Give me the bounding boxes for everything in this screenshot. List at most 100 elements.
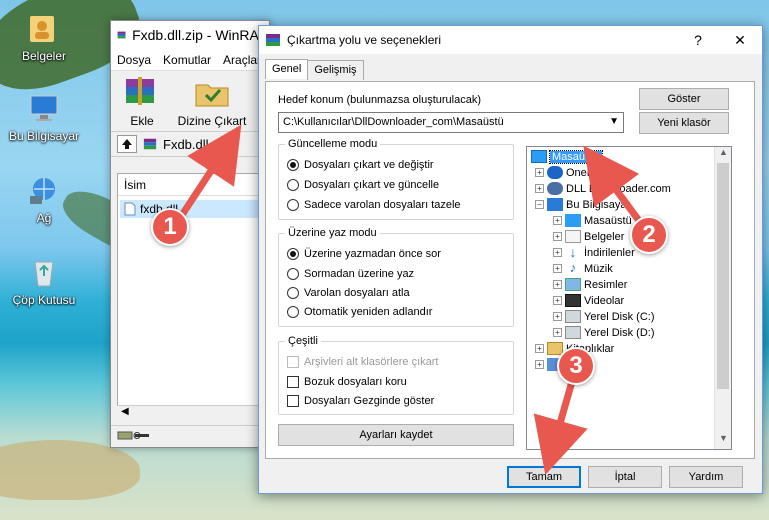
tree-item-pc-desktop[interactable]: + Masaüstü bbox=[553, 213, 632, 228]
expand-icon[interactable]: + bbox=[535, 168, 544, 177]
winrar-horizontal-scrollbar[interactable]: ◀ bbox=[117, 405, 267, 421]
expand-icon[interactable]: + bbox=[553, 328, 562, 337]
desktop-folder-icon bbox=[531, 150, 547, 163]
desktop-icon-belgeler[interactable]: Belgeler bbox=[8, 12, 80, 63]
tree-item-desktop[interactable]: Masaüstü bbox=[531, 149, 603, 164]
overwrite-option-without-prompt[interactable]: Sormadan üzerine yaz bbox=[287, 268, 414, 280]
desktop-icon-computer[interactable]: Bu Bilgisayar bbox=[8, 92, 80, 143]
dialog-titlebar[interactable]: Çıkartma yolu ve seçenekleri ? ✕ bbox=[259, 26, 762, 54]
misc-option-keep-broken[interactable]: Bozuk dosyaları koru bbox=[287, 376, 407, 388]
update-option-extract-update[interactable]: Dosyaları çıkart ve güncelle bbox=[287, 179, 439, 191]
scroll-thumb[interactable] bbox=[717, 163, 729, 389]
folder-tree[interactable]: Masaüstü + OneDrive + DLL Downloader.com −… bbox=[526, 146, 732, 450]
tree-item-label: Yerel Disk (D:) bbox=[584, 326, 655, 339]
tab-gelismis[interactable]: Gelişmiş bbox=[307, 60, 364, 80]
tree-item-label: Müzik bbox=[584, 262, 613, 275]
winrar-window[interactable]: Fxdb.dll.zip - WinRAR Dosya Komutlar Ara… bbox=[110, 20, 270, 448]
collapse-icon[interactable]: − bbox=[535, 200, 544, 209]
update-option-extract-replace[interactable]: Dosyaları çıkart ve değiştir bbox=[287, 159, 434, 171]
update-option-freshen[interactable]: Sadece varolan dosyaları tazele bbox=[287, 199, 461, 211]
expand-icon[interactable]: + bbox=[553, 232, 562, 241]
radio-button[interactable] bbox=[287, 199, 299, 211]
tree-item-disk-d[interactable]: + Yerel Disk (D:) bbox=[553, 325, 655, 340]
expand-icon[interactable]: + bbox=[553, 312, 562, 321]
tree-item-dll-downloader[interactable]: + DLL Downloader.com bbox=[535, 181, 671, 196]
tree-item-label: OneDrive bbox=[566, 166, 613, 179]
expand-icon[interactable]: + bbox=[535, 184, 544, 193]
option-label: Arşivleri alt klasörlere çıkart bbox=[304, 356, 439, 368]
dialog-help-button[interactable]: Yardım bbox=[669, 466, 743, 488]
expand-icon[interactable]: + bbox=[553, 216, 562, 225]
close-icon[interactable]: ✕ bbox=[722, 26, 758, 54]
dialog-tabs: Genel Gelişmiş bbox=[265, 59, 364, 80]
expand-icon[interactable]: + bbox=[553, 296, 562, 305]
winrar-titlebar[interactable]: Fxdb.dll.zip - WinRAR bbox=[111, 21, 269, 49]
menu-araclar[interactable]: Araçlar bbox=[223, 53, 261, 67]
radio-button[interactable] bbox=[287, 306, 299, 318]
extract-to-button[interactable]: Dizine Çıkart bbox=[175, 75, 249, 128]
add-button[interactable]: Ekle bbox=[117, 75, 167, 128]
overwrite-option-rename[interactable]: Otomatik yeniden adlandır bbox=[287, 306, 432, 318]
expand-icon[interactable]: + bbox=[553, 264, 562, 273]
up-folder-button[interactable] bbox=[117, 135, 137, 153]
scroll-left-icon[interactable]: ◀ bbox=[121, 406, 129, 417]
expand-icon[interactable]: + bbox=[553, 280, 562, 289]
target-path-combobox[interactable]: C:\Kullanıcılar\DllDownloader_com\Masaüs… bbox=[278, 112, 624, 133]
sand bbox=[0, 440, 140, 500]
desktop-icon-label: Belgeler bbox=[21, 49, 67, 63]
menu-komutlar[interactable]: Komutlar bbox=[163, 53, 211, 67]
column-header-name[interactable]: İsim bbox=[118, 174, 266, 196]
expand-icon[interactable]: + bbox=[535, 344, 544, 353]
radio-button[interactable] bbox=[287, 159, 299, 171]
save-settings-button[interactable]: Ayarları kaydet bbox=[278, 424, 514, 446]
tree-item-label: DLL Downloader.com bbox=[566, 182, 671, 195]
checkbox[interactable] bbox=[287, 395, 299, 407]
tab-genel[interactable]: Genel bbox=[265, 59, 309, 79]
overwrite-option-ask[interactable]: Üzerine yazmadan önce sor bbox=[287, 248, 441, 260]
radio-button[interactable] bbox=[287, 268, 299, 280]
checkbox[interactable] bbox=[287, 376, 299, 388]
desktop-icon-network[interactable]: Ağ bbox=[8, 174, 80, 225]
extract-dialog[interactable]: Çıkartma yolu ve seçenekleri ? ✕ Genel G… bbox=[258, 25, 763, 494]
tree-item-label: Masaüstü bbox=[584, 214, 632, 227]
scroll-down-icon[interactable]: ▼ bbox=[715, 433, 731, 449]
cancel-button[interactable]: İptal bbox=[588, 466, 662, 488]
show-button[interactable]: Göster bbox=[639, 88, 729, 110]
overwrite-option-skip[interactable]: Varolan dosyaları atla bbox=[287, 287, 410, 299]
tree-item-videos[interactable]: + Videolar bbox=[553, 293, 624, 308]
winrar-app-icon bbox=[117, 31, 126, 39]
expand-icon[interactable]: + bbox=[535, 360, 544, 369]
help-button[interactable]: ? bbox=[680, 26, 716, 54]
user-folder-icon bbox=[547, 182, 563, 195]
misc-group: Çeşitli Arşivleri alt klasörlere çıkart … bbox=[278, 335, 514, 415]
tree-vertical-scrollbar[interactable]: ▲ ▼ bbox=[714, 147, 731, 449]
tree-item-disk-c[interactable]: + Yerel Disk (C:) bbox=[553, 309, 655, 324]
tree-item-label: Belgeler bbox=[584, 230, 625, 243]
scroll-up-icon[interactable]: ▲ bbox=[715, 147, 731, 163]
winrar-toolbar: Ekle Dizine Çıkart bbox=[111, 71, 269, 131]
radio-button[interactable] bbox=[287, 179, 299, 191]
step-marker-2: 2 bbox=[630, 216, 668, 254]
misc-option-show-in-explorer[interactable]: Dosyaları Gezginde göster bbox=[287, 395, 434, 407]
radio-button[interactable] bbox=[287, 248, 299, 260]
tree-item-this-pc[interactable]: − Bu Bilgisayar bbox=[535, 197, 630, 212]
radio-button[interactable] bbox=[287, 287, 299, 299]
tree-item-documents[interactable]: + Belgeler bbox=[553, 229, 624, 244]
misc-option-subfolders: Arşivleri alt klasörlere çıkart bbox=[287, 356, 438, 368]
desktop-icon-label: Bu Bilgisayar bbox=[8, 129, 80, 143]
file-icon bbox=[124, 202, 136, 216]
file-row[interactable]: fxdb.dll bbox=[120, 200, 264, 218]
expand-icon[interactable]: + bbox=[553, 248, 562, 257]
menu-dosya[interactable]: Dosya bbox=[117, 53, 151, 67]
new-folder-button[interactable]: Yeni klasör bbox=[639, 112, 729, 134]
tree-item-downloads[interactable]: + ↓ İndirilenler bbox=[553, 245, 635, 260]
chevron-down-icon[interactable]: ▼ bbox=[609, 116, 619, 127]
computer-icon bbox=[547, 198, 563, 211]
tree-item-pictures[interactable]: + Resimler bbox=[553, 277, 627, 292]
overwrite-mode-title: Üzerine yaz modu bbox=[285, 227, 380, 239]
tree-item-label: Resimler bbox=[584, 278, 628, 291]
tree-item-onedrive[interactable]: + OneDrive bbox=[535, 165, 612, 180]
tree-item-music[interactable]: + ♪ Müzik bbox=[553, 261, 613, 276]
ok-button[interactable]: Tamam bbox=[507, 466, 581, 488]
desktop-icon-recycle-bin[interactable]: Çöp Kutusu bbox=[8, 256, 80, 307]
